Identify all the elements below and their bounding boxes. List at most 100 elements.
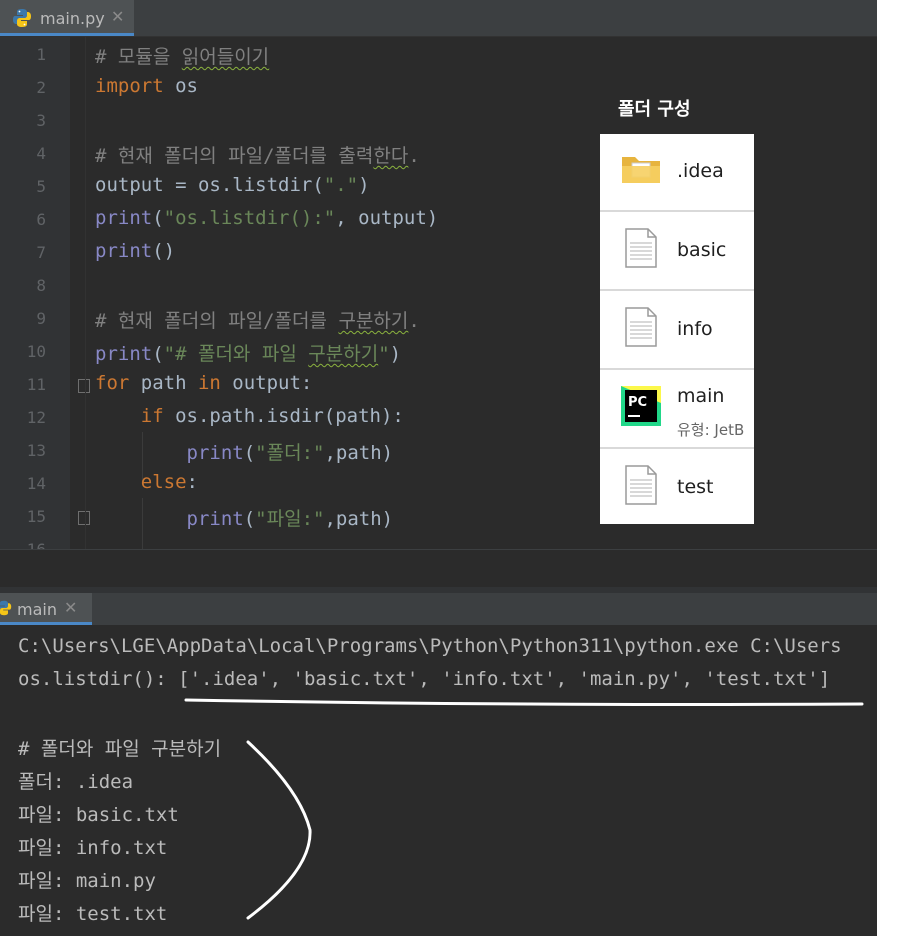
tab-label: main.py: [40, 9, 105, 28]
typo-word: 구분하기: [338, 310, 409, 332]
comment: # 현재 폴더의 파일/폴더를: [95, 310, 339, 332]
console-line: 파일: test.txt: [18, 903, 168, 925]
string-literal: "# 폴더와 파일: [163, 343, 309, 365]
code-line-13: print("폴더:",path): [95, 438, 394, 465]
code-editor[interactable]: main.py ✕ 1 2 3 4 5 6 7 8 9 10 11 12 13 …: [0, 0, 877, 587]
console-line: os.listdir(): ['.idea', 'basic.txt', 'in…: [18, 668, 831, 690]
text-file-icon: [625, 307, 657, 347]
builtin: print: [95, 240, 153, 262]
comment: # 모듈을: [95, 46, 182, 68]
line-number: 8: [36, 276, 46, 295]
close-icon[interactable]: ✕: [111, 7, 124, 26]
editor-status-strip: [0, 549, 877, 587]
code-line-15: print("파일:",path): [95, 504, 394, 531]
line-number: 1: [36, 45, 46, 64]
code-line-5: output = os.listdir("."): [95, 174, 370, 196]
line-number: 4: [36, 144, 46, 163]
string-literal: "파일:": [255, 508, 325, 530]
file-item-main[interactable]: PC main 유형: JetB: [600, 371, 754, 449]
tab-main[interactable]: main ✕: [0, 593, 92, 625]
code-text: os: [163, 75, 198, 97]
line-number: 10: [26, 342, 46, 361]
code-text: (: [243, 508, 256, 530]
string-literal: "폴더:": [255, 442, 325, 464]
keyword: in: [197, 372, 221, 394]
python-run-icon: [0, 600, 12, 616]
code-line-4: # 현재 폴더의 파일/폴더를 출력한다.: [95, 141, 420, 168]
code-line-12: if os.path.isdir(path):: [95, 405, 404, 427]
code-text: (: [243, 442, 256, 464]
code-text: output = os.listdir(: [95, 174, 324, 196]
code-text: ): [358, 174, 370, 196]
line-number: 12: [26, 408, 46, 427]
builtin: print: [95, 343, 153, 365]
code-text: :: [186, 471, 198, 493]
file-item-idea[interactable]: .idea: [600, 134, 754, 212]
keyword: else: [140, 471, 187, 493]
close-icon[interactable]: ✕: [64, 598, 77, 617]
code-line-2: import os: [95, 75, 198, 97]
code-text: , output): [335, 207, 439, 229]
file-item-test[interactable]: test: [600, 450, 754, 524]
console-line: # 폴더와 파일 구분하기: [18, 738, 222, 760]
string-literal: ".": [323, 174, 359, 196]
code-guide-line: [85, 37, 86, 549]
typo-word: 구분하기: [308, 343, 379, 365]
line-number: 14: [26, 474, 46, 493]
code-line-7: print(): [95, 240, 175, 262]
code-text: ,path): [324, 442, 394, 464]
comment-end: .: [408, 310, 420, 332]
pycharm-icon: PC: [621, 386, 661, 426]
code-line-1: # 모듈을 읽어들이기: [95, 42, 269, 69]
code-text: (: [152, 343, 164, 365]
keyword: import: [95, 75, 164, 97]
fold-end-icon[interactable]: [78, 511, 90, 525]
run-tab-label: main: [17, 600, 57, 619]
text-file-icon: [625, 228, 657, 268]
svg-text:PC: PC: [628, 395, 647, 410]
code-line-9: # 현재 폴더의 파일/폴더를 구분하기.: [95, 306, 420, 333]
code-text: (: [152, 207, 164, 229]
file-item-basic[interactable]: basic: [600, 213, 754, 291]
run-tab-bar: main ✕: [0, 593, 877, 625]
code-text: (): [152, 240, 176, 262]
code-text: ): [389, 343, 402, 365]
code-line-10: print("# 폴더와 파일 구분하기"): [95, 339, 401, 366]
builtin: print: [186, 508, 244, 530]
code-text: ,path): [324, 508, 394, 530]
folder-icon: [622, 157, 660, 183]
tab-main-py[interactable]: main.py ✕: [0, 0, 134, 36]
fold-toggle-icon[interactable]: [78, 379, 90, 393]
string-literal: ": [378, 343, 390, 365]
file-item-info[interactable]: info: [600, 292, 754, 370]
file-type: 유형: JetB: [677, 421, 745, 439]
line-number: 3: [36, 111, 46, 130]
code-text: path: [129, 372, 198, 394]
run-panel: main ✕ C:\Users\LGE\AppData\Local\Progra…: [0, 593, 877, 936]
folder-file-list: .idea basic info PC main 유형: JetB test: [600, 134, 754, 524]
keyword: for: [95, 372, 130, 394]
file-name: .idea: [677, 160, 724, 182]
line-number: 2: [36, 78, 46, 97]
comment-end: .: [408, 145, 420, 167]
line-number: 9: [36, 309, 46, 328]
comment: # 현재 폴더의 파일/폴더를 출력: [95, 145, 374, 167]
code-text: os.path.isdir(path):: [163, 405, 404, 427]
editor-tab-bar: main.py ✕: [0, 0, 877, 37]
file-name: basic: [677, 239, 727, 261]
file-name: test: [677, 476, 714, 498]
line-number: 7: [36, 243, 46, 262]
line-number-gutter: 1 2 3 4 5 6 7 8 9 10 11 12 13 14 15 16: [0, 37, 70, 559]
file-name: info: [677, 318, 713, 340]
keyword: if: [140, 405, 164, 427]
code-line-6: print("os.listdir():", output): [95, 207, 438, 229]
code-line-11: for path in output:: [95, 372, 312, 394]
typo-word: 한다: [373, 145, 409, 167]
line-number: 6: [36, 210, 46, 229]
folder-view-title: 폴더 구성: [618, 99, 691, 120]
file-name: main: [677, 385, 725, 407]
builtin: print: [95, 207, 153, 229]
python-file-icon: [13, 9, 31, 27]
console-line: 파일: info.txt: [18, 837, 168, 859]
console-line: 파일: main.py: [18, 870, 156, 892]
